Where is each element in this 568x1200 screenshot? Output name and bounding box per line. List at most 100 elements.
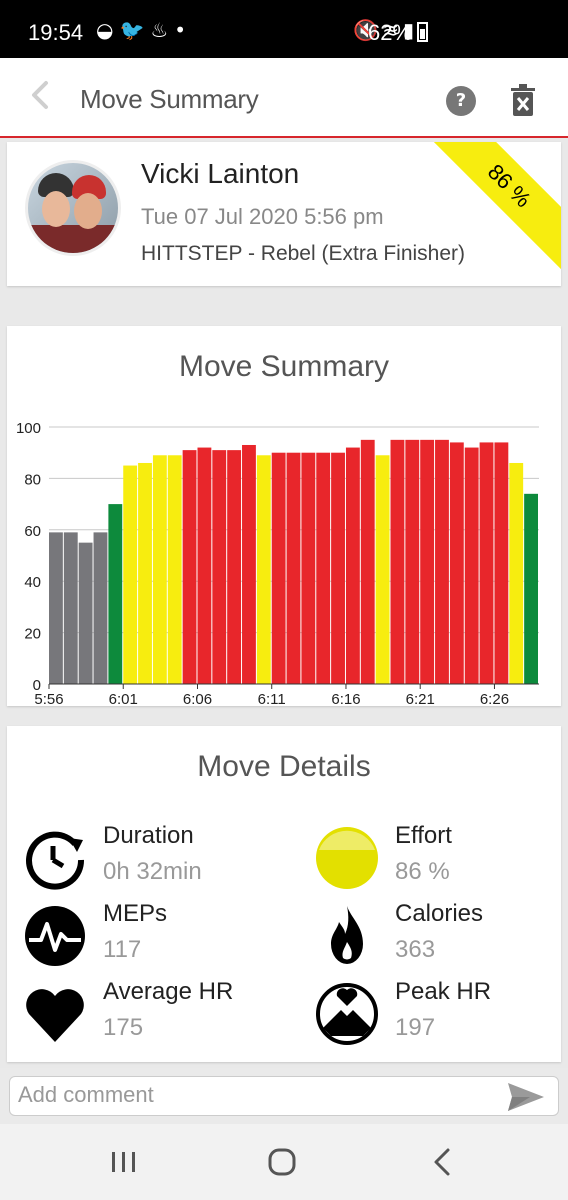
duration-label: Duration: [103, 822, 194, 849]
workout-name: HITTSTEP - Rebel (Extra Finisher): [141, 242, 466, 265]
status-time: 19:54: [28, 20, 84, 45]
stat-meps: MEPs 117: [23, 900, 283, 972]
effort-circle-icon: [316, 827, 378, 889]
chart-card: Move Summary 0 20 40 60 80 100 5:56 6:01 6:06 6:1…: [7, 326, 561, 706]
system-back-icon[interactable]: [422, 1142, 462, 1182]
chart-bar: [152, 455, 167, 684]
system-nav-bar: [0, 1124, 568, 1200]
y-tick-label: 20: [24, 626, 41, 643]
chart-bar: [479, 442, 494, 684]
y-tick-label: 80: [24, 471, 41, 488]
x-tick-label: 6:16: [331, 691, 360, 706]
calories-label: Calories: [395, 900, 484, 927]
battery-level: 62%: [368, 20, 413, 45]
chart-bar: [286, 452, 301, 684]
effort-label: Effort: [395, 822, 452, 849]
app-bar: Move Summary ?: [0, 58, 568, 138]
chart-bar: [212, 450, 227, 684]
average-hr-value: 175: [103, 1014, 144, 1041]
move-details-card: Move Details Duration 0h 32min Effort 86…: [7, 726, 561, 1062]
details-title: Move Details: [197, 750, 371, 783]
chart-bar: [197, 447, 212, 684]
peak-hr-value: 197: [395, 1014, 436, 1041]
delete-icon[interactable]: [510, 84, 536, 116]
x-tick-label: 6:11: [258, 691, 286, 706]
status-bar: 19:54 ◒🐦♨• 🔇≋▮ 62%: [0, 0, 568, 58]
chart-bar: [63, 532, 78, 684]
chart-bar: [256, 455, 271, 684]
chart-bar: [449, 442, 464, 684]
send-icon[interactable]: [508, 1083, 544, 1111]
x-tick-label: 6:21: [406, 691, 435, 706]
chart-bar: [390, 439, 405, 684]
meps-pulse-icon: [25, 906, 85, 966]
battery-icon: [417, 22, 428, 42]
chart-bar: [167, 455, 182, 684]
chart-bar: [345, 447, 360, 684]
effort-value: 86 %: [395, 858, 450, 885]
meps-value: 117: [103, 936, 142, 963]
meps-label: MEPs: [103, 900, 168, 927]
help-icon[interactable]: ?: [446, 86, 476, 116]
stat-peak-hr: Peak HR 197: [315, 978, 561, 1050]
chart-bar: [123, 465, 138, 684]
user-name: Vicki Lainton: [141, 158, 300, 189]
chart-bar: [93, 532, 108, 684]
avatar: [25, 160, 121, 256]
status-left-icons: ◒🐦♨•: [96, 18, 192, 42]
chart-bar: [524, 493, 538, 684]
chart-bar: [464, 447, 479, 684]
chart-bar: [242, 444, 256, 684]
chart-bar: [494, 442, 509, 684]
page-title: Move Summary: [80, 84, 259, 114]
home-icon[interactable]: [262, 1142, 302, 1182]
comment-field: [9, 1076, 559, 1116]
chart-bar: [78, 542, 93, 684]
stat-calories: Calories 363: [315, 900, 561, 972]
back-icon[interactable]: [26, 80, 56, 110]
chart-bar: [331, 452, 345, 684]
chart-bar: [182, 450, 197, 684]
heart-icon: [26, 989, 84, 1042]
notification-icon: ♨: [150, 18, 175, 42]
chart-bar: [405, 439, 420, 684]
chart-bar: [138, 462, 152, 684]
chart-bar: [375, 455, 390, 684]
x-tick-label: 6:06: [183, 691, 212, 706]
chart-bar: [360, 439, 375, 684]
chart-bar: [316, 452, 331, 684]
peak-hr-label: Peak HR: [395, 978, 492, 1005]
chart-bar: [420, 439, 435, 684]
chart-bar: [49, 532, 63, 684]
y-tick-label: 100: [16, 420, 41, 437]
stat-average-hr: Average HR 175: [23, 978, 283, 1050]
chart-bar: [435, 439, 449, 684]
twitter-icon: 🐦: [119, 18, 151, 42]
chart-bar: [108, 504, 123, 684]
x-tick-label: 6:01: [109, 691, 138, 706]
y-tick-label: 60: [24, 523, 41, 540]
y-tick-label: 40: [24, 574, 41, 591]
comment-bar: [0, 1068, 568, 1124]
dot-icon: •: [174, 18, 193, 42]
chart-bar: [301, 452, 316, 684]
move-date: Tue 07 Jul 2020 5:56 pm: [141, 204, 384, 229]
stat-effort: Effort 86 %: [315, 822, 561, 894]
chart-bar: [227, 450, 242, 684]
x-tick-label: 6:26: [480, 691, 509, 706]
chart-bar: [271, 452, 286, 684]
move-header-card: Vicki Lainton Tue 07 Jul 2020 5:56 pm HI…: [7, 142, 561, 286]
average-hr-label: Average HR: [103, 978, 234, 1005]
comment-input[interactable]: [10, 1077, 498, 1113]
chart-bar: [509, 462, 524, 684]
recent-apps-icon[interactable]: [104, 1142, 144, 1182]
duration-clock-icon: [26, 831, 85, 890]
x-tick-label: 5:56: [34, 691, 63, 706]
activity-icon: ◒: [96, 18, 120, 42]
peak-heart-icon: [316, 983, 378, 1045]
move-summary-chart: 0204060801005:56 6:01 6:06 6:11 6:16 6:21 6:26: [16, 420, 539, 706]
stat-duration: Duration 0h 32min: [23, 822, 283, 894]
duration-value: 0h 32min: [103, 858, 202, 885]
flame-icon: [331, 906, 363, 964]
calories-value: 363: [395, 936, 436, 963]
